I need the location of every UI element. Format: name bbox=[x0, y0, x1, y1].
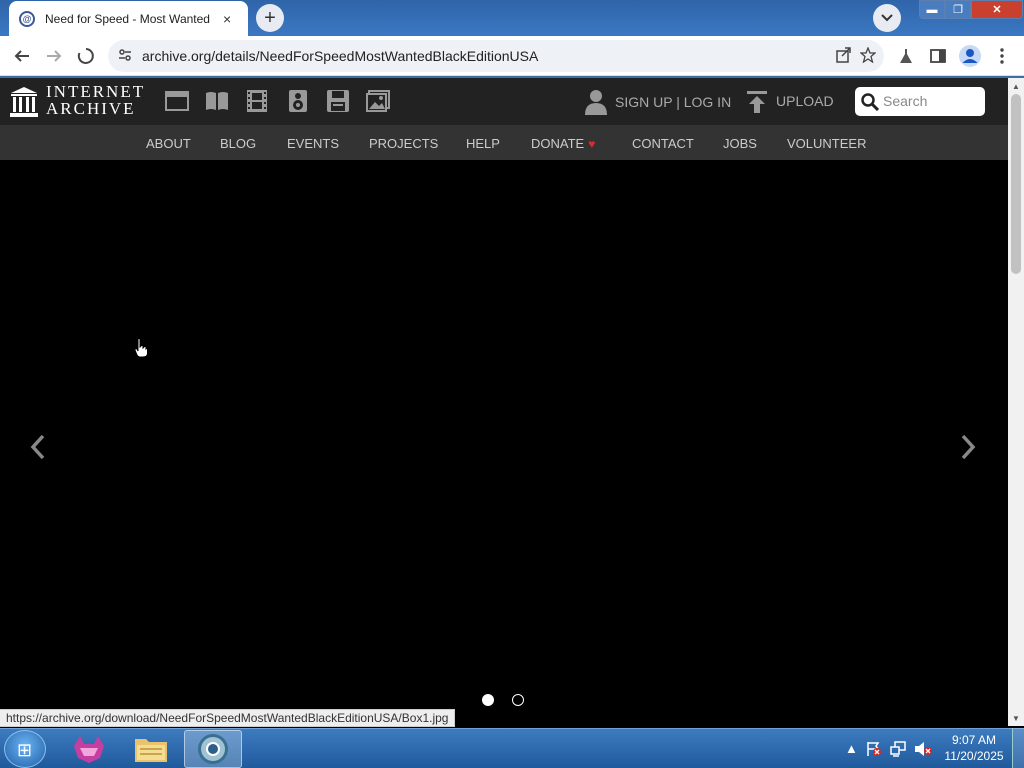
upload-link[interactable]: UPLOAD bbox=[776, 93, 834, 109]
new-tab-button[interactable]: + bbox=[256, 4, 284, 32]
tray-expand-icon[interactable]: ▲ bbox=[845, 741, 858, 756]
nav-about[interactable]: ABOUT bbox=[146, 136, 191, 151]
web-icon[interactable] bbox=[165, 89, 189, 113]
nav-contact[interactable]: CONTACT bbox=[632, 136, 694, 151]
scroll-down-icon[interactable]: ▼ bbox=[1012, 714, 1020, 723]
clock-time: 9:07 AM bbox=[951, 733, 997, 747]
browser-menu-button[interactable] bbox=[990, 44, 1014, 68]
close-window-button[interactable]: ✕ bbox=[971, 0, 1023, 19]
maximize-button[interactable]: ❐ bbox=[945, 0, 971, 19]
app-cat-icon bbox=[74, 736, 104, 763]
upload-icon[interactable] bbox=[747, 91, 767, 113]
audio-icon[interactable] bbox=[286, 89, 310, 113]
carousel-dot-2[interactable] bbox=[512, 694, 524, 706]
nav-volunteer[interactable]: VOLUNTEER bbox=[787, 136, 866, 151]
tab-strip: @ Need for Speed - Most Wanted × + ▬ ❐ ✕ bbox=[0, 0, 1024, 36]
back-button[interactable] bbox=[10, 44, 34, 68]
profile-avatar-icon bbox=[959, 45, 981, 67]
nav-projects[interactable]: PROJECTS bbox=[369, 136, 438, 151]
back-arrow-icon bbox=[14, 50, 29, 62]
nav-donate[interactable]: DONATE ♥ bbox=[531, 136, 595, 151]
ia-wordmark[interactable]: INTERNET ARCHIVE bbox=[46, 83, 145, 117]
browser-toolbar: archive.org/details/NeedForSpeedMostWant… bbox=[0, 36, 1024, 76]
hand-cursor-icon bbox=[134, 338, 148, 358]
show-desktop-button[interactable] bbox=[1012, 728, 1024, 768]
start-button[interactable]: ⊞ bbox=[4, 730, 46, 768]
taskbar-clock[interactable]: 9:07 AM 11/20/2025 bbox=[940, 732, 1008, 764]
folder-icon bbox=[135, 739, 167, 762]
carousel-next-button[interactable] bbox=[960, 433, 976, 467]
signup-login-link[interactable]: SIGN UP | LOG IN bbox=[615, 94, 731, 110]
browser-tab[interactable]: @ Need for Speed - Most Wanted × bbox=[9, 1, 248, 36]
carousel-dot-1[interactable] bbox=[482, 694, 494, 706]
archive-favicon-icon: @ bbox=[19, 10, 35, 27]
windows-logo-icon: ⊞ bbox=[17, 740, 33, 760]
software-icon[interactable] bbox=[326, 89, 350, 113]
profile-button[interactable] bbox=[958, 44, 982, 68]
heart-icon: ♥ bbox=[588, 137, 596, 151]
nav-blog[interactable]: BLOG bbox=[220, 136, 256, 151]
taskbar-app-1[interactable] bbox=[60, 730, 118, 768]
tab-title: Need for Speed - Most Wanted bbox=[45, 11, 210, 26]
tab-close-icon[interactable]: × bbox=[223, 11, 231, 27]
action-center-flag-icon[interactable] bbox=[866, 741, 882, 760]
forward-button[interactable] bbox=[42, 44, 66, 68]
volume-muted-icon[interactable] bbox=[914, 741, 932, 760]
bookmark-star-icon[interactable] bbox=[859, 46, 877, 67]
search-icon[interactable] bbox=[861, 93, 879, 111]
labs-flask-button[interactable] bbox=[894, 44, 918, 68]
loading-spinner-icon bbox=[77, 48, 94, 64]
window-controls: ▬ ❐ ✕ bbox=[919, 0, 1023, 19]
clock-date: 11/20/2025 bbox=[944, 749, 1004, 763]
page-scrollbar[interactable]: ▲ ▼ bbox=[1008, 78, 1024, 726]
chevron-right-icon bbox=[961, 434, 976, 460]
ia-wordmark-line1: INTERNET bbox=[46, 82, 146, 101]
nav-events[interactable]: EVENTS bbox=[287, 136, 339, 151]
side-panel-button[interactable] bbox=[926, 44, 950, 68]
scrollbar-thumb[interactable] bbox=[1011, 94, 1021, 274]
minimize-button[interactable]: ▬ bbox=[919, 0, 945, 19]
carousel-prev-button[interactable] bbox=[30, 433, 46, 467]
nav-donate-label: DONATE bbox=[531, 136, 585, 151]
browser-chrome: @ Need for Speed - Most Wanted × + ▬ ❐ ✕… bbox=[0, 0, 1024, 78]
user-icon[interactable] bbox=[585, 89, 607, 115]
images-icon[interactable] bbox=[366, 89, 390, 113]
taskbar-file-explorer[interactable] bbox=[122, 730, 180, 768]
side-panel-icon bbox=[930, 49, 946, 63]
network-icon[interactable] bbox=[890, 741, 906, 760]
texts-icon[interactable] bbox=[205, 89, 229, 113]
image-carousel[interactable] bbox=[0, 160, 1008, 711]
kebab-menu-icon bbox=[1000, 48, 1004, 64]
windows-taskbar: ⊞ ▲ bbox=[0, 728, 1024, 768]
chevron-down-icon bbox=[881, 14, 893, 22]
nav-jobs[interactable]: JOBS bbox=[723, 136, 757, 151]
nav-help[interactable]: HELP bbox=[466, 136, 500, 151]
chevron-left-icon bbox=[30, 434, 45, 460]
scroll-up-icon[interactable]: ▲ bbox=[1012, 82, 1020, 91]
video-icon[interactable] bbox=[245, 89, 269, 113]
ia-wordmark-line2: ARCHIVE bbox=[46, 99, 136, 118]
site-info-icon[interactable] bbox=[118, 48, 132, 65]
internet-archive-logo-icon[interactable] bbox=[10, 86, 38, 118]
address-bar[interactable]: archive.org/details/NeedForSpeedMostWant… bbox=[108, 40, 884, 72]
share-icon[interactable] bbox=[836, 47, 852, 67]
taskbar-chrome[interactable] bbox=[184, 730, 242, 768]
forward-arrow-icon bbox=[47, 50, 62, 62]
ia-search-box[interactable] bbox=[855, 87, 985, 116]
url-text: archive.org/details/NeedForSpeedMostWant… bbox=[142, 48, 539, 64]
chrome-icon bbox=[198, 734, 228, 764]
stop-loading-button[interactable] bbox=[74, 44, 98, 68]
search-input[interactable] bbox=[883, 93, 979, 109]
flask-icon bbox=[900, 49, 912, 63]
link-status-bar: https://archive.org/download/NeedForSpee… bbox=[0, 709, 456, 727]
tab-search-button[interactable] bbox=[873, 4, 901, 32]
